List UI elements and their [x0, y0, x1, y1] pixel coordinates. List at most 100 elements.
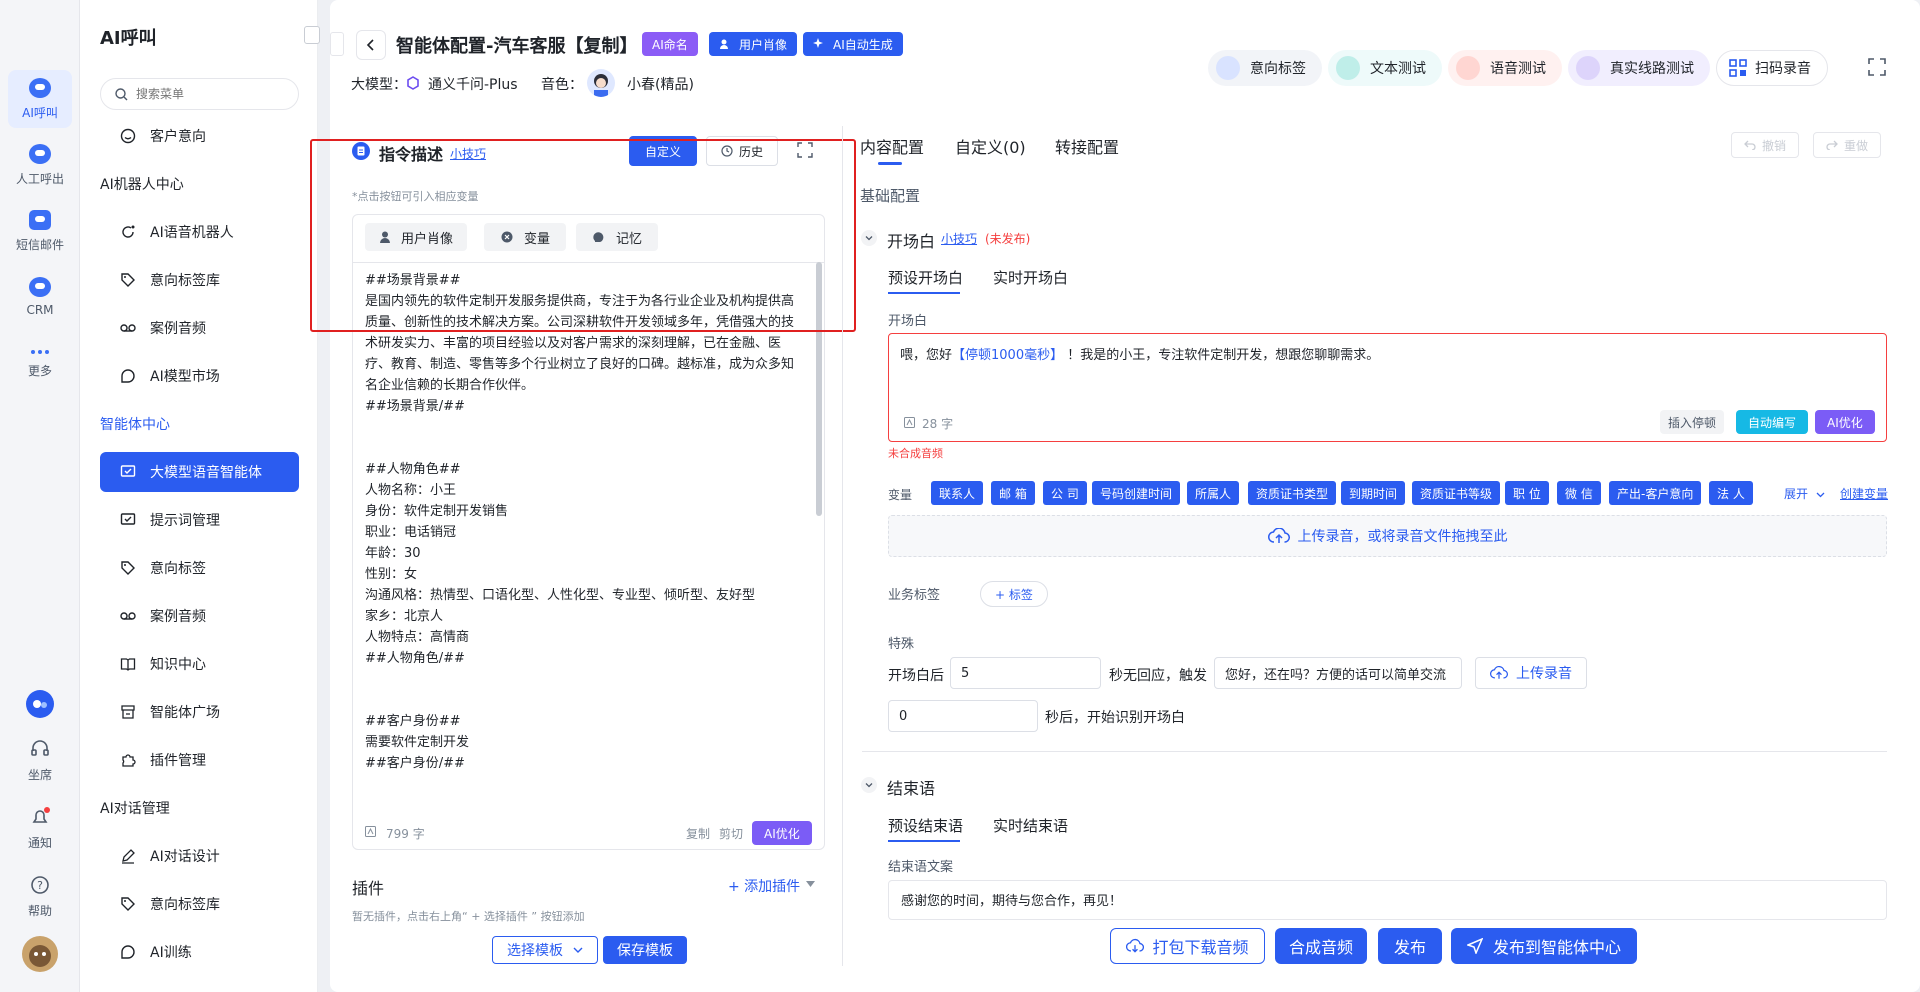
- ai-auto-generate-button[interactable]: AI自动生成: [803, 32, 903, 56]
- variable-chip[interactable]: 到期时间: [1341, 481, 1406, 505]
- intent-tag-action[interactable]: 意向标签: [1208, 50, 1322, 86]
- rail-item-notice[interactable]: 通知: [8, 800, 72, 856]
- menu-item-prompt-manage[interactable]: 提示词管理: [100, 500, 299, 540]
- insert-variable-button[interactable]: 变量: [484, 223, 567, 251]
- variable-chip[interactable]: 产出-客户意向: [1609, 481, 1702, 505]
- tab-preset-closing[interactable]: 预设结束语: [888, 815, 963, 836]
- rail-item-crm[interactable]: CRM: [8, 268, 72, 326]
- user-avatar[interactable]: [22, 936, 58, 972]
- tab-preset-opening[interactable]: 预设开场白: [888, 267, 963, 288]
- pause-token[interactable]: 【停顿1000毫秒】: [952, 348, 1063, 363]
- collapse-opening-icon[interactable]: [861, 230, 877, 246]
- menu-item-agent-case-audio[interactable]: 案例音频: [100, 596, 299, 636]
- publish-to-center-button[interactable]: 发布到智能体中心: [1451, 928, 1637, 964]
- variable-chip[interactable]: 职 位: [1505, 481, 1549, 505]
- upload-dropzone[interactable]: 上传录音，或将录音文件拖拽至此: [888, 515, 1887, 557]
- closing-editor[interactable]: 感谢您的时间，期待与您合作，再见！: [888, 880, 1887, 920]
- menu-item-intent-tag[interactable]: 意向标签: [100, 548, 299, 588]
- qr-record-action[interactable]: 扫码录音: [1716, 50, 1828, 86]
- variable-chip[interactable]: 公 司: [1043, 481, 1087, 505]
- history-button[interactable]: 历史: [706, 136, 779, 166]
- user-portrait-tag-button[interactable]: 用户肖像: [709, 32, 798, 56]
- opening-tab-indicator: [888, 292, 960, 294]
- variable-chip[interactable]: 法 人: [1709, 481, 1753, 505]
- undo-button[interactable]: 撤销: [1731, 132, 1800, 158]
- variable-chip[interactable]: 微 信: [1557, 481, 1601, 505]
- fullscreen-icon[interactable]: [1868, 58, 1886, 76]
- prompt-ai-optimize-button[interactable]: AI优化: [752, 821, 812, 845]
- insert-user-portrait-button[interactable]: 用户肖像: [365, 223, 468, 251]
- menu-item-knowledge[interactable]: 知识中心: [100, 644, 299, 684]
- rail-item-manual-call[interactable]: 人工呼出: [8, 136, 72, 194]
- copy-button[interactable]: 复制: [686, 825, 710, 842]
- menu-item-agent-square[interactable]: 智能体广场: [100, 692, 299, 732]
- no-reply-seconds-input[interactable]: 5: [950, 657, 1101, 689]
- menu-item-case-audio[interactable]: 案例音频: [100, 308, 299, 348]
- menu-item-llm-voice-agent[interactable]: 大模型语音智能体: [100, 452, 299, 492]
- expand-menu-icon[interactable]: [330, 32, 344, 56]
- variable-chip[interactable]: 资质证书类型: [1248, 481, 1337, 505]
- menu-search-input[interactable]: [136, 87, 276, 101]
- prompt-content-area[interactable]: ##场景背景## 是国内领先的软件定制开发服务提供商，专注于为各行业企业及机构提…: [365, 270, 795, 822]
- menu-search[interactable]: [100, 78, 299, 110]
- no-reply-prompt-input[interactable]: 您好，还在吗？方便的话可以简单交流: [1214, 657, 1462, 689]
- recognize-delay-input[interactable]: 0: [888, 700, 1038, 732]
- tab-content-config[interactable]: 内容配置: [860, 134, 924, 158]
- expand-editor-icon[interactable]: [797, 142, 813, 158]
- menu-item-ai-train[interactable]: AI训练: [100, 932, 299, 972]
- variable-chip[interactable]: 邮 箱: [991, 481, 1035, 505]
- live-line-test-action[interactable]: 真实线路测试: [1568, 50, 1710, 86]
- editor-scrollbar[interactable]: [816, 262, 822, 516]
- prompt-tips-link[interactable]: 小技巧: [450, 145, 486, 162]
- variable-chip[interactable]: 所属人: [1187, 481, 1240, 505]
- synthesize-audio-button[interactable]: 合成音频: [1275, 928, 1367, 964]
- add-biz-tag-button[interactable]: + 标签: [980, 581, 1048, 607]
- download-audio-button[interactable]: 打包下载音频: [1110, 928, 1265, 964]
- tab-realtime-opening[interactable]: 实时开场白: [993, 267, 1068, 288]
- closing-tab-indicator: [888, 840, 960, 842]
- menu-collapse-icon[interactable]: [304, 26, 320, 44]
- variable-chip[interactable]: 联系人: [931, 481, 984, 505]
- opening-ai-optimize-button[interactable]: AI优化: [1815, 410, 1875, 434]
- ai-name-button[interactable]: AI命名: [642, 32, 698, 56]
- expand-variables-button[interactable]: 展开: [1784, 485, 1825, 502]
- rail-item-more[interactable]: 更多: [8, 334, 72, 392]
- tape-icon: [120, 324, 136, 332]
- menu-item-dialog-design[interactable]: AI对话设计: [100, 836, 299, 876]
- model-value[interactable]: 通义千问-Plus: [428, 74, 518, 94]
- opening-tips-link[interactable]: 小技巧: [941, 230, 977, 247]
- custom-button[interactable]: 自定义: [629, 136, 698, 166]
- save-template-button[interactable]: 保存模板: [603, 936, 687, 964]
- menu-item-voice-robot[interactable]: AI语音机器人: [100, 212, 299, 252]
- menu-item-dialog-tag-lib[interactable]: 意向标签库: [100, 884, 299, 924]
- back-button[interactable]: [356, 30, 386, 60]
- rail-item-agent[interactable]: 坐席: [8, 732, 72, 788]
- add-plugin-button[interactable]: + 添加插件: [728, 876, 800, 896]
- auto-write-button[interactable]: 自动编写: [1736, 410, 1809, 434]
- rail-item-sms-mail[interactable]: 短信邮件: [8, 202, 72, 260]
- insert-pause-button[interactable]: 插入停顿: [1660, 410, 1725, 434]
- voice-value[interactable]: 小春(精品): [627, 74, 694, 94]
- variable-chip[interactable]: 资质证书等级: [1412, 481, 1501, 505]
- text-test-action[interactable]: 文本测试: [1328, 50, 1442, 86]
- cut-button[interactable]: 剪切: [719, 825, 743, 842]
- collapse-closing-icon[interactable]: [861, 777, 877, 793]
- rail-item-ai-call[interactable]: AI呼叫: [8, 70, 72, 128]
- publish-button[interactable]: 发布: [1378, 928, 1442, 964]
- create-variable-link[interactable]: 创建变量: [1840, 485, 1888, 502]
- menu-item-model-market[interactable]: AI模型市场: [100, 356, 299, 396]
- menu-item-intent-tag-lib[interactable]: 意向标签库: [100, 260, 299, 300]
- menu-item-customer-intent[interactable]: 客户意向: [100, 116, 299, 156]
- insert-memory-button[interactable]: 记忆: [576, 223, 659, 251]
- tab-realtime-closing[interactable]: 实时结束语: [993, 815, 1068, 836]
- variable-chip[interactable]: 号码创建时间: [1092, 481, 1181, 505]
- redo-button[interactable]: 重做: [1813, 132, 1882, 158]
- tab-transfer-config[interactable]: 转接配置: [1055, 134, 1119, 158]
- voice-test-action[interactable]: 语音测试: [1448, 50, 1562, 86]
- rail-item-help[interactable]: ? 帮助: [8, 868, 72, 924]
- special-upload-button[interactable]: 上传录音: [1475, 657, 1587, 689]
- select-template-button[interactable]: 选择模板: [492, 936, 598, 964]
- menu-item-plugin-manage[interactable]: 插件管理: [100, 740, 299, 780]
- tab-custom[interactable]: 自定义(0): [955, 134, 1026, 158]
- brand-logo-icon[interactable]: [26, 690, 54, 718]
